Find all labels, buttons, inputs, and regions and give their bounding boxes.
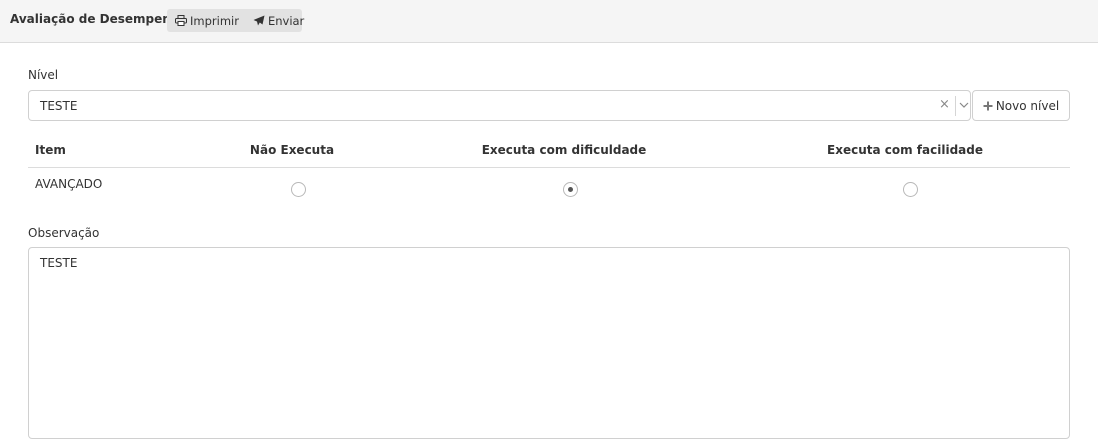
send-button[interactable]: Enviar [245,9,310,32]
table-row-item-label: AVANÇADO [35,177,103,191]
nivel-select-value: TESTE [40,99,78,113]
chevron-down-icon[interactable] [958,99,970,111]
radio-nao-executa[interactable] [291,182,306,197]
new-level-button[interactable]: Novo nível [972,90,1070,121]
nivel-label: Nível [28,68,59,82]
column-header-executa-com-dificuldade: Executa com dificuldade [481,143,647,157]
print-button[interactable]: Imprimir [167,9,245,32]
column-header-nao-executa: Não Executa [249,143,335,157]
column-header-executa-com-facilidade: Executa com facilidade [827,143,983,157]
column-header-item: Item [35,143,66,157]
paper-plane-icon [253,15,265,26]
radio-executa-com-dificuldade[interactable] [563,182,578,197]
observacao-label: Observação [28,226,100,240]
observacao-textarea[interactable]: TESTE [28,247,1070,439]
toolbar-button-group: Imprimir Enviar [167,9,304,32]
radio-executa-com-facilidade[interactable] [903,182,918,197]
page-title: Avaliação de Desempenho [10,12,188,26]
select-divider [955,96,956,116]
print-button-label: Imprimir [190,13,239,28]
send-button-label: Enviar [267,13,305,28]
clear-icon[interactable]: × [939,97,950,112]
new-level-button-label: Novo nível [995,98,1060,113]
table-header-divider [28,167,1070,168]
plus-icon [983,101,993,110]
toolbar: Avaliação de Desempenho Imprimir Enviar [0,0,1098,43]
print-icon [175,15,187,26]
nivel-select[interactable]: TESTE × [28,90,971,121]
